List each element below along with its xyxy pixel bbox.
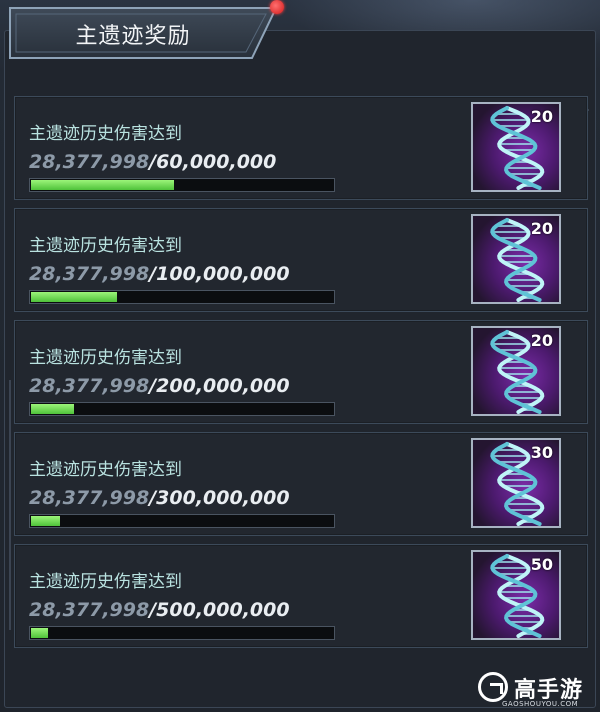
target-damage: 300,000,000	[156, 487, 290, 509]
reward-row: 主遗迹历史伤害达到 28,377,998/100,000,000 20	[14, 208, 588, 312]
scrollbar-track[interactable]	[9, 380, 11, 630]
progress-bar	[29, 402, 335, 416]
reward-item-slot[interactable]: 20	[471, 214, 561, 304]
reward-row: 主遗迹历史伤害达到 28,377,998/500,000,000 50	[14, 544, 588, 648]
panel-title: 主遗迹奖励	[75, 24, 191, 49]
reward-item-slot[interactable]: 20	[471, 102, 561, 192]
watermark-url: GAOSHOUYOU.COM	[502, 700, 579, 708]
progress-bar	[29, 178, 335, 192]
current-damage: 28,377,998	[29, 263, 150, 285]
current-damage: 28,377,998	[29, 375, 150, 397]
reward-condition-label: 主遗迹历史伤害达到	[29, 460, 182, 480]
reward-item-slot[interactable]: 20	[471, 326, 561, 416]
reward-count: 20	[530, 219, 553, 238]
progress-bar-fill	[31, 628, 49, 638]
notification-dot	[270, 0, 284, 14]
progress-bar	[29, 514, 335, 528]
reward-count: 20	[530, 331, 553, 350]
reward-row: 主遗迹历史伤害达到 28,377,998/60,000,000 20	[14, 96, 588, 200]
current-damage: 28,377,998	[29, 151, 150, 173]
reward-row: 主遗迹历史伤害达到 28,377,998/300,000,000 30	[14, 432, 588, 536]
reward-condition-label: 主遗迹历史伤害达到	[29, 236, 182, 256]
target-damage: 100,000,000	[156, 263, 290, 285]
damage-progress-text: 28,377,998/100,000,000	[29, 263, 290, 285]
progress-bar	[29, 626, 335, 640]
current-damage: 28,377,998	[29, 599, 150, 621]
progress-bar-fill	[31, 404, 74, 414]
reward-condition-label: 主遗迹历史伤害达到	[29, 124, 182, 144]
watermark: 高手游 GAOSHOUYOU.COM	[478, 670, 598, 710]
damage-progress-text: 28,377,998/300,000,000	[29, 487, 290, 509]
damage-progress-text: 28,377,998/60,000,000	[29, 151, 276, 173]
damage-progress-text: 28,377,998/200,000,000	[29, 375, 290, 397]
damage-progress-text: 28,377,998/500,000,000	[29, 599, 290, 621]
watermark-logo-icon	[478, 672, 508, 702]
reward-condition-label: 主遗迹历史伤害达到	[29, 348, 182, 368]
reward-count: 50	[530, 555, 553, 574]
progress-bar	[29, 290, 335, 304]
reward-count: 30	[530, 443, 553, 462]
reward-item-slot[interactable]: 30	[471, 438, 561, 528]
reward-item-slot[interactable]: 50	[471, 550, 561, 640]
current-damage: 28,377,998	[29, 487, 150, 509]
target-damage: 200,000,000	[156, 375, 290, 397]
target-damage: 60,000,000	[156, 151, 277, 173]
progress-bar-fill	[31, 180, 174, 190]
progress-bar-fill	[31, 292, 117, 302]
reward-row: 主遗迹历史伤害达到 28,377,998/200,000,000 20	[14, 320, 588, 424]
reward-count: 20	[530, 107, 553, 126]
title-tab[interactable]: 主遗迹奖励	[8, 6, 278, 60]
progress-bar-fill	[31, 516, 60, 526]
reward-condition-label: 主遗迹历史伤害达到	[29, 572, 182, 592]
target-damage: 500,000,000	[156, 599, 290, 621]
